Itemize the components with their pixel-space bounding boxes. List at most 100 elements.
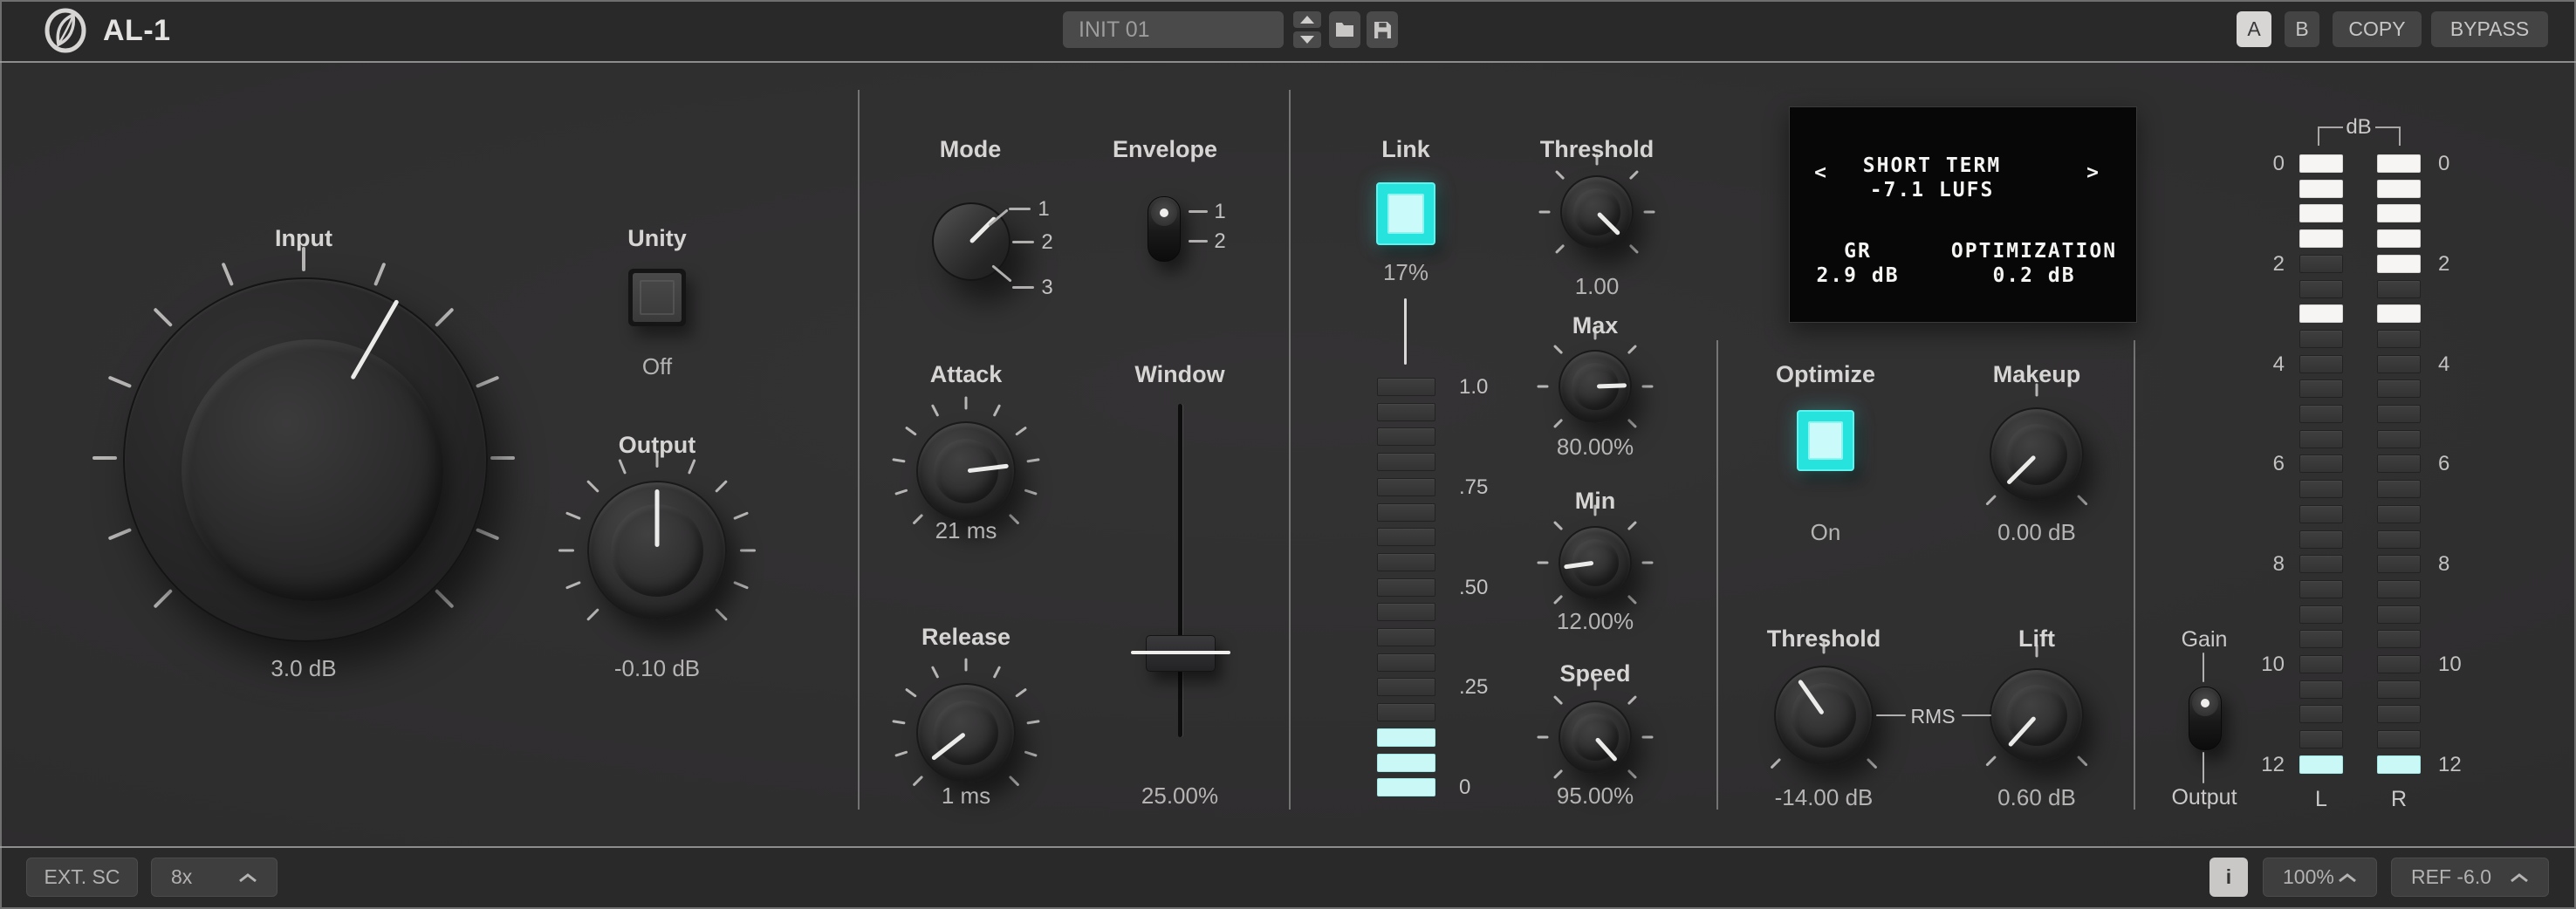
knob-tick bbox=[1553, 595, 1563, 605]
preset-prev-button[interactable] bbox=[1293, 11, 1321, 28]
link-meter-segment bbox=[1377, 528, 1435, 546]
meter-right-segment bbox=[2377, 330, 2421, 348]
meter-left-segment bbox=[2299, 379, 2343, 398]
meter-left-segment bbox=[2299, 204, 2343, 222]
meter-scale-label-left: 4 bbox=[2227, 352, 2285, 377]
meter-scale-label-left: 2 bbox=[2227, 252, 2285, 277]
save-icon bbox=[1374, 21, 1392, 39]
meter-right-segment bbox=[2377, 555, 2421, 573]
meter-right-segment bbox=[2377, 154, 2421, 173]
gain-output-toggle[interactable] bbox=[2189, 687, 2222, 750]
input-value: 3.0 dB bbox=[173, 654, 435, 682]
knob-pointer-line bbox=[1597, 212, 1621, 236]
knob-pointer bbox=[1556, 523, 1634, 602]
knob-tick bbox=[1629, 244, 1639, 254]
knob-tick bbox=[1553, 695, 1563, 705]
meter-left-segment bbox=[2299, 730, 2343, 748]
envelope-toggle[interactable] bbox=[1148, 196, 1181, 262]
preset-save-button[interactable] bbox=[1367, 11, 1398, 48]
knob-pointer bbox=[913, 418, 1020, 525]
chevron-up-icon bbox=[2510, 872, 2529, 883]
meter-scale-label-right: 6 bbox=[2438, 452, 2496, 476]
window-fader-track[interactable] bbox=[1178, 404, 1182, 737]
meter-left-segment bbox=[2299, 655, 2343, 673]
next-arrow-icon[interactable]: > bbox=[2076, 161, 2111, 185]
ab-b-button[interactable]: B bbox=[2285, 11, 2319, 47]
ref-dropdown[interactable]: REF -6.0 bbox=[2391, 858, 2549, 897]
max-knob-body bbox=[1559, 350, 1632, 423]
preset-field[interactable]: INIT 01 bbox=[1063, 11, 1284, 48]
knob-tick bbox=[565, 511, 581, 520]
zoom-dropdown[interactable]: 100% bbox=[2263, 858, 2377, 897]
meter-left-segment bbox=[2299, 605, 2343, 624]
meter-left-segment bbox=[2299, 405, 2343, 423]
unity-button[interactable] bbox=[628, 269, 686, 326]
envelope-label: Envelope bbox=[1034, 134, 1296, 164]
ref-value: REF -6.0 bbox=[2411, 865, 2491, 889]
meter-scale-label-right: 2 bbox=[2438, 252, 2496, 277]
meter-right-segment bbox=[2377, 580, 2421, 598]
unity-button-inset bbox=[640, 280, 675, 315]
link-meter-segment bbox=[1377, 478, 1435, 496]
link-meter-segment bbox=[1377, 653, 1435, 672]
knob-tick bbox=[1015, 688, 1027, 698]
preset-browse-button[interactable] bbox=[1329, 11, 1360, 48]
makeup-value: 0.00 dB bbox=[1906, 518, 2168, 546]
meter-db-label: dB bbox=[2324, 114, 2394, 140]
min-knob-body bbox=[1559, 526, 1632, 599]
knob-tick bbox=[965, 659, 968, 672]
knob-pointer-line bbox=[968, 464, 1009, 474]
lift-knob-body bbox=[1990, 668, 2084, 762]
meter-left-segment bbox=[2299, 330, 2343, 348]
knob-tick bbox=[905, 427, 917, 436]
preset-name: INIT 01 bbox=[1079, 17, 1150, 43]
meter-left-segment bbox=[2299, 755, 2343, 774]
knob-tick bbox=[688, 459, 696, 475]
knob-tick bbox=[618, 459, 627, 475]
meter-right-segment bbox=[2377, 454, 2421, 473]
meter-bracket bbox=[2318, 126, 2319, 146]
meter-scale-label-left: 10 bbox=[2227, 653, 2285, 677]
meter-right-channel-label: R bbox=[2364, 786, 2434, 812]
knob-tick bbox=[1629, 170, 1639, 180]
meter-left-segment bbox=[2299, 154, 2343, 173]
meter-left-segment bbox=[2299, 255, 2343, 273]
knob-tick bbox=[1553, 521, 1563, 530]
preset-next-button[interactable] bbox=[1293, 31, 1321, 48]
link-meter-segment bbox=[1377, 427, 1435, 446]
knob-tick bbox=[1024, 750, 1038, 756]
threshold1-knob[interactable] bbox=[1530, 145, 1664, 279]
meter-left-segment bbox=[2299, 229, 2343, 248]
knob-pointer-line bbox=[655, 489, 660, 547]
knob-tick bbox=[1627, 695, 1637, 705]
meter-right-segment bbox=[2377, 304, 2421, 323]
attack-knob-body bbox=[916, 421, 1016, 521]
input-knob[interactable] bbox=[77, 231, 531, 685]
gain-switch-line bbox=[2203, 653, 2204, 682]
ext-sc-button[interactable]: EXT. SC bbox=[26, 858, 138, 897]
optimize-button[interactable] bbox=[1797, 410, 1854, 471]
meter-bracket bbox=[2399, 126, 2401, 146]
makeup-knob[interactable] bbox=[1956, 373, 2118, 536]
knob-tick bbox=[558, 550, 574, 552]
knob-tick bbox=[490, 456, 515, 460]
output-value: -0.10 dB bbox=[526, 654, 788, 682]
link-mini-slider[interactable] bbox=[1404, 298, 1407, 365]
meter-scale-label-left: 6 bbox=[2227, 452, 2285, 476]
meter-right-segment bbox=[2377, 405, 2421, 423]
lufs-display: < > SHORT TERM -7.1 LUFS GR 2.9 dB OPTIM… bbox=[1789, 106, 2137, 323]
meter-left-segment bbox=[2299, 304, 2343, 323]
copy-button[interactable]: COPY bbox=[2333, 11, 2422, 47]
link-meter-scale-label: 0 bbox=[1459, 776, 1520, 800]
knob-tick bbox=[2077, 755, 2088, 767]
info-button[interactable]: i bbox=[2209, 858, 2248, 897]
meter-left-segment bbox=[2299, 180, 2343, 198]
oversampling-dropdown[interactable]: 8x bbox=[151, 858, 277, 897]
meter-left-segment bbox=[2299, 430, 2343, 448]
knob-tick bbox=[1627, 419, 1637, 428]
link-button[interactable] bbox=[1376, 182, 1435, 245]
bypass-button[interactable]: BYPASS bbox=[2431, 11, 2548, 47]
knob-tick bbox=[1627, 521, 1637, 530]
output-knob[interactable] bbox=[547, 441, 767, 660]
ab-a-button[interactable]: A bbox=[2237, 11, 2271, 47]
